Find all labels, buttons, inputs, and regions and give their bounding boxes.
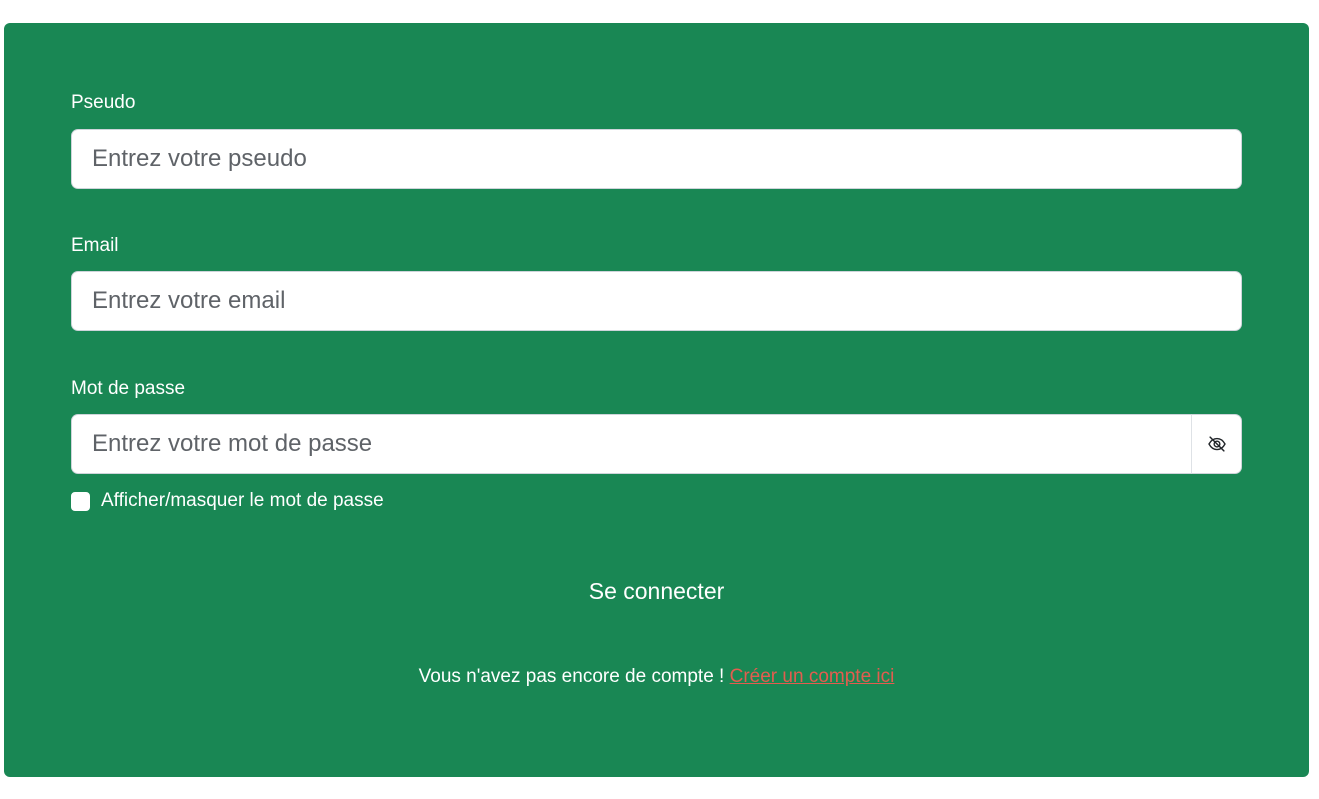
create-account-link[interactable]: Créer un compte ici (730, 666, 895, 687)
signup-text: Vous n'avez pas encore de compte ! (418, 666, 725, 687)
login-button[interactable]: Se connecter (524, 568, 789, 614)
login-card: Pseudo Email Mot de passe Afficher/masqu… (4, 23, 1309, 777)
pseudo-input[interactable] (71, 129, 1242, 189)
signup-prompt: Vous n'avez pas encore de compte ! Créer… (4, 665, 1309, 689)
password-input-group (71, 414, 1242, 474)
password-visibility-toggle[interactable] (1191, 414, 1242, 474)
password-input[interactable] (71, 414, 1191, 474)
eye-slash-icon (1207, 436, 1226, 452)
show-password-checkbox[interactable] (71, 491, 90, 511)
email-input[interactable] (71, 271, 1242, 331)
show-password-row[interactable]: Afficher/masquer le mot de passe (71, 489, 384, 513)
show-password-label[interactable]: Afficher/masquer le mot de passe (101, 489, 384, 513)
password-label: Mot de passe (71, 378, 186, 399)
email-label: Email (71, 235, 119, 256)
pseudo-label: Pseudo (71, 92, 136, 113)
